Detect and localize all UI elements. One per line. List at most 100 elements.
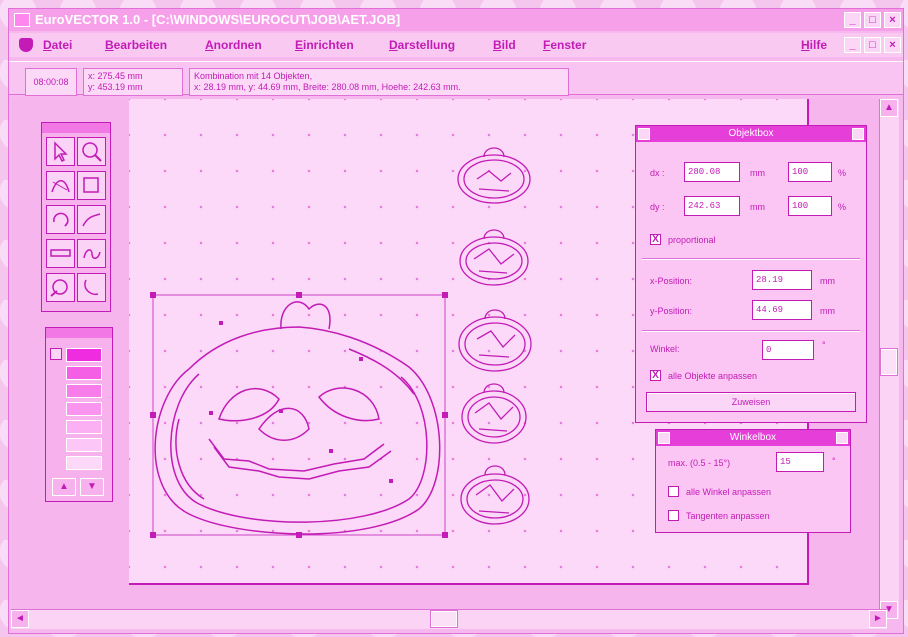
app-icon[interactable] [14, 13, 30, 27]
max-angle-degree-sign: ° [832, 456, 836, 466]
toolbox-palette [41, 122, 111, 312]
object-info-line1: Kombination mit 14 Objekten, [194, 71, 313, 81]
objektbox-divider-1 [642, 258, 860, 260]
menu-einrichten[interactable]: Einrichten [295, 38, 354, 52]
dx-label: dx : [650, 168, 665, 178]
winkelbox-title: Winkelbox [656, 430, 850, 446]
menu-bar: Datei Bearbeiten Anordnen Einrichten Dar… [9, 33, 903, 57]
zoom-tool-icon[interactable] [77, 137, 106, 166]
winkelbox-close-button[interactable] [836, 432, 848, 444]
palette-down-button[interactable]: ▼ [80, 478, 104, 496]
alle-winkel-checkbox[interactable] [668, 486, 679, 497]
title-bar: EuroVECTOR 1.0 - [C:\WINDOWS\EUROCUT\JOB… [9, 9, 903, 31]
proportional-checkbox[interactable]: X [650, 234, 661, 245]
palette-menu-icon[interactable] [50, 348, 62, 360]
small-pumpkin-2 [459, 229, 529, 286]
doc-restore-button[interactable]: □ [864, 37, 881, 53]
max-angle-label: max. (0.5 - 15°) [668, 458, 731, 468]
palette-up-button[interactable]: ▲ [52, 478, 76, 496]
y-position-field[interactable]: 44.69 [752, 300, 812, 320]
dx-field[interactable]: 280.08 [684, 162, 740, 182]
app-window: EuroVECTOR 1.0 - [C:\WINDOWS\EUROCUT\JOB… [8, 8, 904, 634]
small-pumpkin-5 [460, 465, 530, 525]
node-tool-icon[interactable] [46, 171, 75, 200]
tangenten-label: Tangenten anpassen [686, 511, 770, 521]
menu-darstellung[interactable]: Darstellung [389, 38, 455, 52]
menu-datei[interactable]: Datei [43, 38, 72, 52]
color-swatch[interactable] [66, 366, 102, 380]
color-swatch[interactable] [66, 456, 102, 470]
objektbox-title: Objektbox [636, 126, 866, 142]
doc-close-button[interactable]: × [884, 37, 901, 53]
dy-percent-field[interactable]: 100 [788, 196, 832, 216]
winkelbox-menu-button[interactable] [658, 432, 670, 444]
x-coord-value: 275.45 mm [97, 71, 143, 81]
x-position-unit: mm [820, 276, 835, 286]
menu-bild[interactable]: Bild [493, 38, 516, 52]
menu-hilfe[interactable]: Hilfe [801, 38, 827, 52]
small-pumpkin-4 [461, 383, 527, 444]
horizontal-scrollbar[interactable]: ◄ ► [11, 609, 887, 629]
alle-objekte-checkbox[interactable]: X [650, 370, 661, 381]
document-icon[interactable] [19, 38, 33, 52]
winkel-degree-sign: ° [822, 340, 826, 350]
color-swatch[interactable] [66, 402, 102, 416]
color-palette-titlebar[interactable] [46, 328, 112, 338]
objektbox-close-button[interactable] [852, 128, 864, 140]
vertical-scrollbar[interactable]: ▲ ▼ [879, 99, 899, 619]
rotate-tool-icon[interactable] [46, 205, 75, 234]
scroll-right-button[interactable]: ► [869, 610, 887, 628]
objektbox-panel: Objektbox dx : 280.08 mm 100 % dy : 242.… [635, 125, 867, 423]
scroll-left-button[interactable]: ◄ [11, 610, 29, 628]
rectangle-tool-icon[interactable] [77, 171, 106, 200]
x-position-field[interactable]: 28.19 [752, 270, 812, 290]
text-tool-icon[interactable] [77, 239, 106, 268]
dx-percent-field[interactable]: 100 [788, 162, 832, 182]
tangenten-checkbox[interactable] [668, 510, 679, 521]
y-coord-label: y: [88, 82, 96, 92]
proportional-label: proportional [668, 235, 716, 245]
zuweisen-button[interactable]: Zuweisen [646, 392, 856, 412]
toolbox-titlebar[interactable] [42, 123, 110, 133]
color-swatch[interactable] [66, 438, 102, 452]
scroll-up-button[interactable]: ▲ [880, 99, 898, 117]
y-position-unit: mm [820, 306, 835, 316]
time-display: 08:00:08 [25, 68, 77, 96]
dy-unit: mm [750, 202, 765, 212]
alle-winkel-label: alle Winkel anpassen [686, 487, 772, 497]
winkel-label: Winkel: [650, 344, 680, 354]
small-pumpkin-3 [458, 309, 532, 372]
objektbox-menu-button[interactable] [638, 128, 650, 140]
vertical-scroll-thumb[interactable] [880, 348, 898, 376]
max-angle-field[interactable]: 15 [776, 452, 824, 472]
y-position-label: y-Position: [650, 306, 693, 316]
doc-minimize-button[interactable]: _ [844, 37, 861, 53]
dx-unit: mm [750, 168, 765, 178]
dy-percent-sign: % [838, 202, 847, 212]
curve-tool-icon[interactable] [77, 205, 106, 234]
y-coord-value: 453.19 mm [97, 82, 143, 92]
color-swatch[interactable] [66, 348, 102, 362]
objektbox-divider-2 [642, 330, 860, 332]
menu-bearbeiten[interactable]: Bearbeiten [105, 38, 167, 52]
dy-field[interactable]: 242.63 [684, 196, 740, 216]
maximize-button[interactable]: □ [864, 12, 881, 28]
bezier-tool-icon[interactable] [77, 273, 106, 302]
menu-fenster[interactable]: Fenster [543, 38, 586, 52]
horizontal-scroll-thumb[interactable] [430, 610, 458, 628]
dy-label: dy : [650, 202, 665, 212]
color-swatch[interactable] [66, 420, 102, 434]
winkelbox-panel: Winkelbox max. (0.5 - 15°) 15 ° alle Win… [655, 429, 851, 533]
pen-tool-icon[interactable] [46, 273, 75, 302]
select-tool-icon[interactable] [46, 137, 75, 166]
minimize-button[interactable]: _ [844, 12, 861, 28]
dx-percent-sign: % [838, 168, 847, 178]
close-button[interactable]: × [884, 12, 901, 28]
color-swatch[interactable] [66, 384, 102, 398]
menu-anordnen[interactable]: Anordnen [205, 38, 262, 52]
window-title: EuroVECTOR 1.0 - [C:\WINDOWS\EUROCUT\JOB… [35, 12, 401, 27]
winkel-field[interactable]: 0 [762, 340, 814, 360]
x-coord-label: x: [88, 71, 96, 81]
line-tool-icon[interactable] [46, 239, 75, 268]
info-bar: 08:00:08 x: 275.45 mm y: 453.19 mm Kombi… [9, 61, 903, 96]
